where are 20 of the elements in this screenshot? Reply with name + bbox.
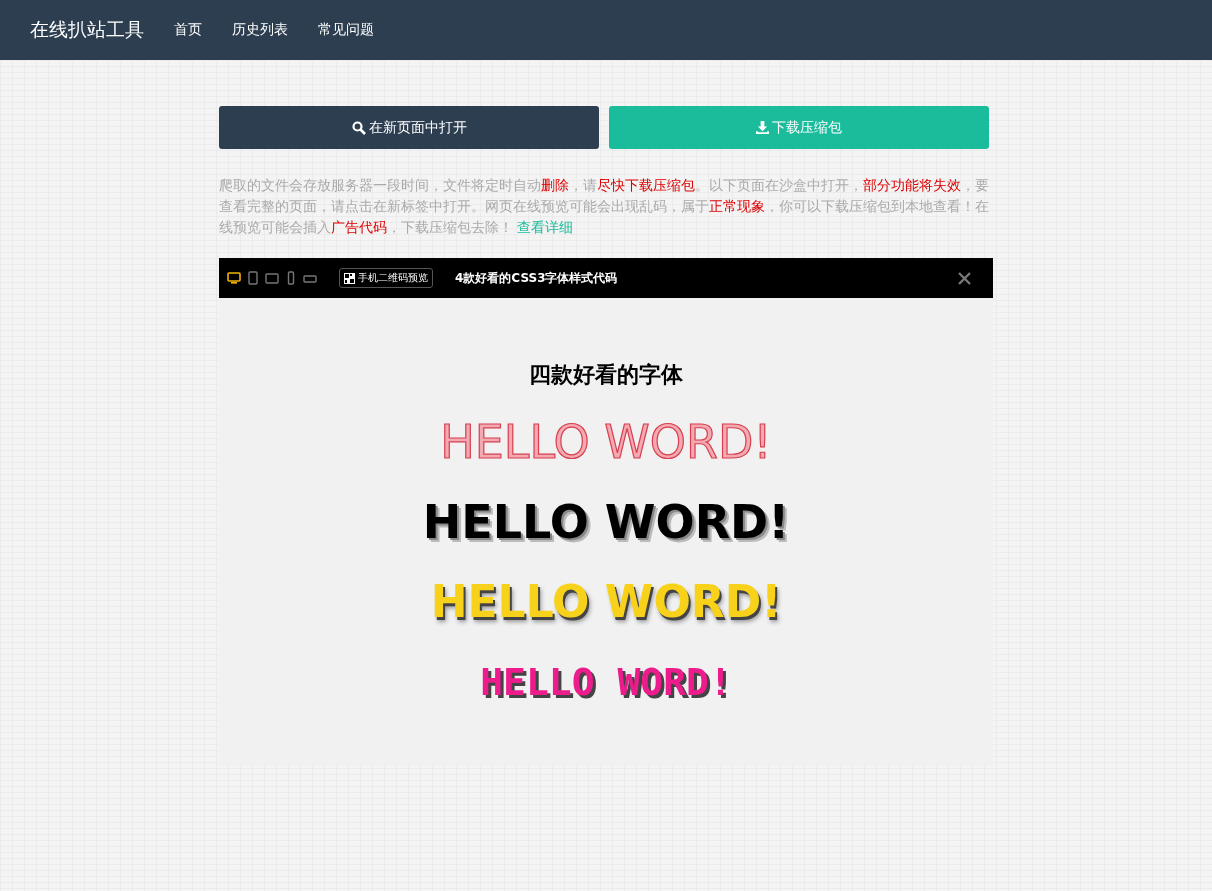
- qr-preview-button[interactable]: 手机二维码预览: [339, 268, 433, 288]
- monitor-icon[interactable]: [227, 271, 241, 285]
- styled-text-sample: HELLO WORD!: [440, 414, 772, 471]
- nav-link[interactable]: 首页: [174, 21, 202, 39]
- styled-text-sample: HELLO WORD!: [422, 494, 790, 551]
- tablet-icon[interactable]: [246, 271, 260, 285]
- nav-link[interactable]: 常见问题: [318, 21, 374, 39]
- search-icon: [351, 120, 366, 135]
- tablet-icon[interactable]: [265, 271, 279, 285]
- preview-title: 4款好看的CSS3字体样式代码: [455, 269, 619, 287]
- close-icon: [958, 271, 971, 285]
- notice-text: 爬取的文件会存放服务器一段时间，文件将定时自动删除，请尽快下载压缩包。以下页面在沙盒中打开，部分功能将失效，要查看完整的页面，请点击在新标签中打开。网页在线预览可能会出现乱码，属于正常现象，你可以下载压缩包到本地查看！在线预览可能会插入广告代码，下载压缩包去除！ 查看详细: [219, 176, 989, 237]
- open-button[interactable]: 在新页面中打开: [219, 106, 599, 149]
- styled-text-sample: HELLO WORD!: [430, 575, 782, 629]
- site-logo[interactable]: 在线扒站工具: [30, 17, 144, 43]
- download-icon: [756, 121, 769, 134]
- styled-text-sample: HELLO WORD!: [480, 659, 732, 706]
- qr-code-icon: [344, 272, 355, 284]
- nav-link[interactable]: 历史列表: [232, 21, 288, 39]
- page-heading: 四款好看的字体: [529, 361, 683, 389]
